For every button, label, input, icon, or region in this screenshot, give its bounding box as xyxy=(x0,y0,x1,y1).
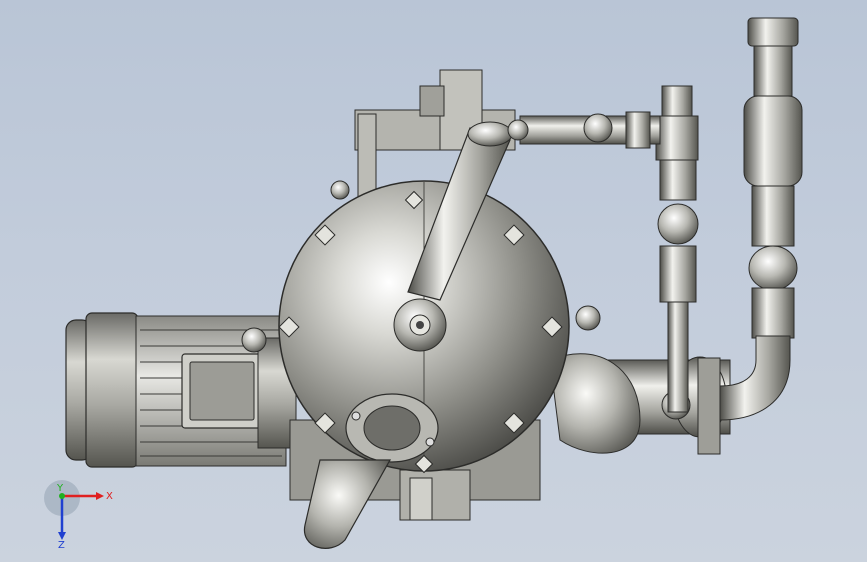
3d-viewport[interactable]: X Y Z xyxy=(0,0,867,562)
z-axis-arrowhead xyxy=(58,532,66,540)
coordinate-triad: X Y Z xyxy=(44,480,113,548)
drain-cone xyxy=(303,459,392,549)
outlet-pipe xyxy=(549,353,731,455)
pump-model[interactable] xyxy=(0,0,867,562)
right-riser-pipe xyxy=(719,17,803,421)
side-knob xyxy=(575,305,601,331)
pump-sphere xyxy=(278,180,570,474)
top-knob xyxy=(330,180,350,200)
inlet-flange xyxy=(345,393,439,463)
x-axis-label: X xyxy=(106,491,113,502)
y-axis-label: Y xyxy=(56,483,64,494)
z-axis-label: Z xyxy=(58,540,65,548)
motor xyxy=(65,312,297,468)
x-axis-arrowhead xyxy=(96,492,104,500)
